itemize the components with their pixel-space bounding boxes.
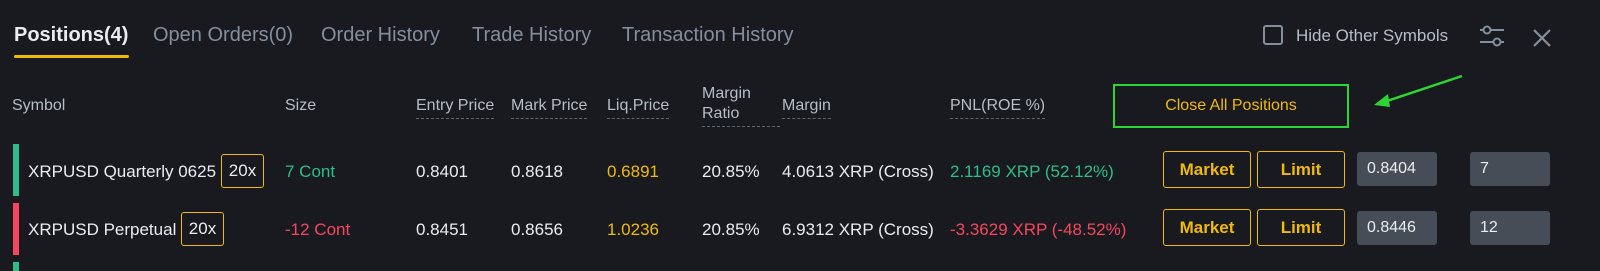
header-margin-ratio: Margin Ratio <box>702 85 780 127</box>
row-2-mark-price: 0.8656 <box>511 220 563 239</box>
row-2-margin-ratio: 20.85% <box>702 220 760 239</box>
header-mark-price: Mark Price <box>511 97 588 119</box>
row-1-qty-input[interactable] <box>1470 152 1550 186</box>
row-1-liq-price: 0.6891 <box>607 162 659 181</box>
tab-open-orders[interactable]: Open Orders(0) <box>153 24 293 47</box>
row-2-leverage-button[interactable]: 20x <box>181 212 224 246</box>
row-2-qty-input[interactable] <box>1470 211 1550 245</box>
tab-order-history[interactable]: Order History <box>321 24 440 47</box>
sliders-icon[interactable] <box>1478 24 1506 48</box>
row-1-side-indicator <box>13 144 19 196</box>
row-1-margin: 4.0613 XRP (Cross) <box>782 162 934 181</box>
row-1-size: 7 Cont <box>285 162 336 181</box>
tab-trade-history[interactable]: Trade History <box>472 24 591 47</box>
row-2-limit-button[interactable]: Limit <box>1257 209 1345 246</box>
row-1-symbol[interactable]: XRPUSD Quarterly 0625 <box>28 162 216 182</box>
row-2-margin: 6.9312 XRP (Cross) <box>782 220 934 239</box>
tab-positions[interactable]: Positions(4) <box>14 24 128 47</box>
row-2-symbol[interactable]: XRPUSD Perpetual <box>28 220 176 240</box>
row-2-side-indicator <box>13 203 19 255</box>
row-1-entry-price: 0.8401 <box>416 162 468 181</box>
row-1-pnl: 2.1169 XRP (52.12%) <box>950 162 1114 181</box>
row-2-market-button[interactable]: Market <box>1163 209 1251 246</box>
tab-active-underline <box>14 55 129 58</box>
row-1-leverage-button[interactable]: 20x <box>221 154 264 188</box>
row-2-size: -12 Cont <box>285 220 351 239</box>
row-2-pnl: -3.3629 XRP (-48.52%) <box>950 220 1127 239</box>
row-2-price-input[interactable] <box>1357 211 1437 245</box>
row-1-margin-ratio: 20.85% <box>702 162 760 181</box>
row-2-entry-price: 0.8451 <box>416 220 468 239</box>
row-1-market-button[interactable]: Market <box>1163 151 1251 188</box>
hide-other-symbols-label[interactable]: Hide Other Symbols <box>1296 26 1448 46</box>
annotation-arrow <box>1370 72 1470 112</box>
row-3-side-indicator <box>13 262 19 271</box>
close-all-positions-button[interactable]: Close All Positions <box>1113 84 1349 128</box>
header-liq-price: Liq.Price <box>607 97 670 119</box>
hide-other-symbols-checkbox[interactable] <box>1263 25 1283 45</box>
header-pnl: PNL(ROE %) <box>950 97 1046 119</box>
row-1-mark-price: 0.8618 <box>511 162 563 181</box>
header-margin-ratio-line2: Ratio <box>702 105 780 127</box>
row-1-limit-button[interactable]: Limit <box>1257 151 1345 188</box>
header-symbol: Symbol <box>12 97 66 114</box>
header-margin: Margin <box>782 97 831 119</box>
row-2-liq-price: 1.0236 <box>607 220 659 239</box>
close-icon[interactable] <box>1530 26 1554 50</box>
header-size: Size <box>285 97 317 114</box>
tab-transaction-history[interactable]: Transaction History <box>622 24 794 47</box>
row-1-price-input[interactable] <box>1357 152 1437 186</box>
header-margin-ratio-line1: Margin <box>702 85 751 102</box>
header-entry-price: Entry Price <box>416 97 495 119</box>
